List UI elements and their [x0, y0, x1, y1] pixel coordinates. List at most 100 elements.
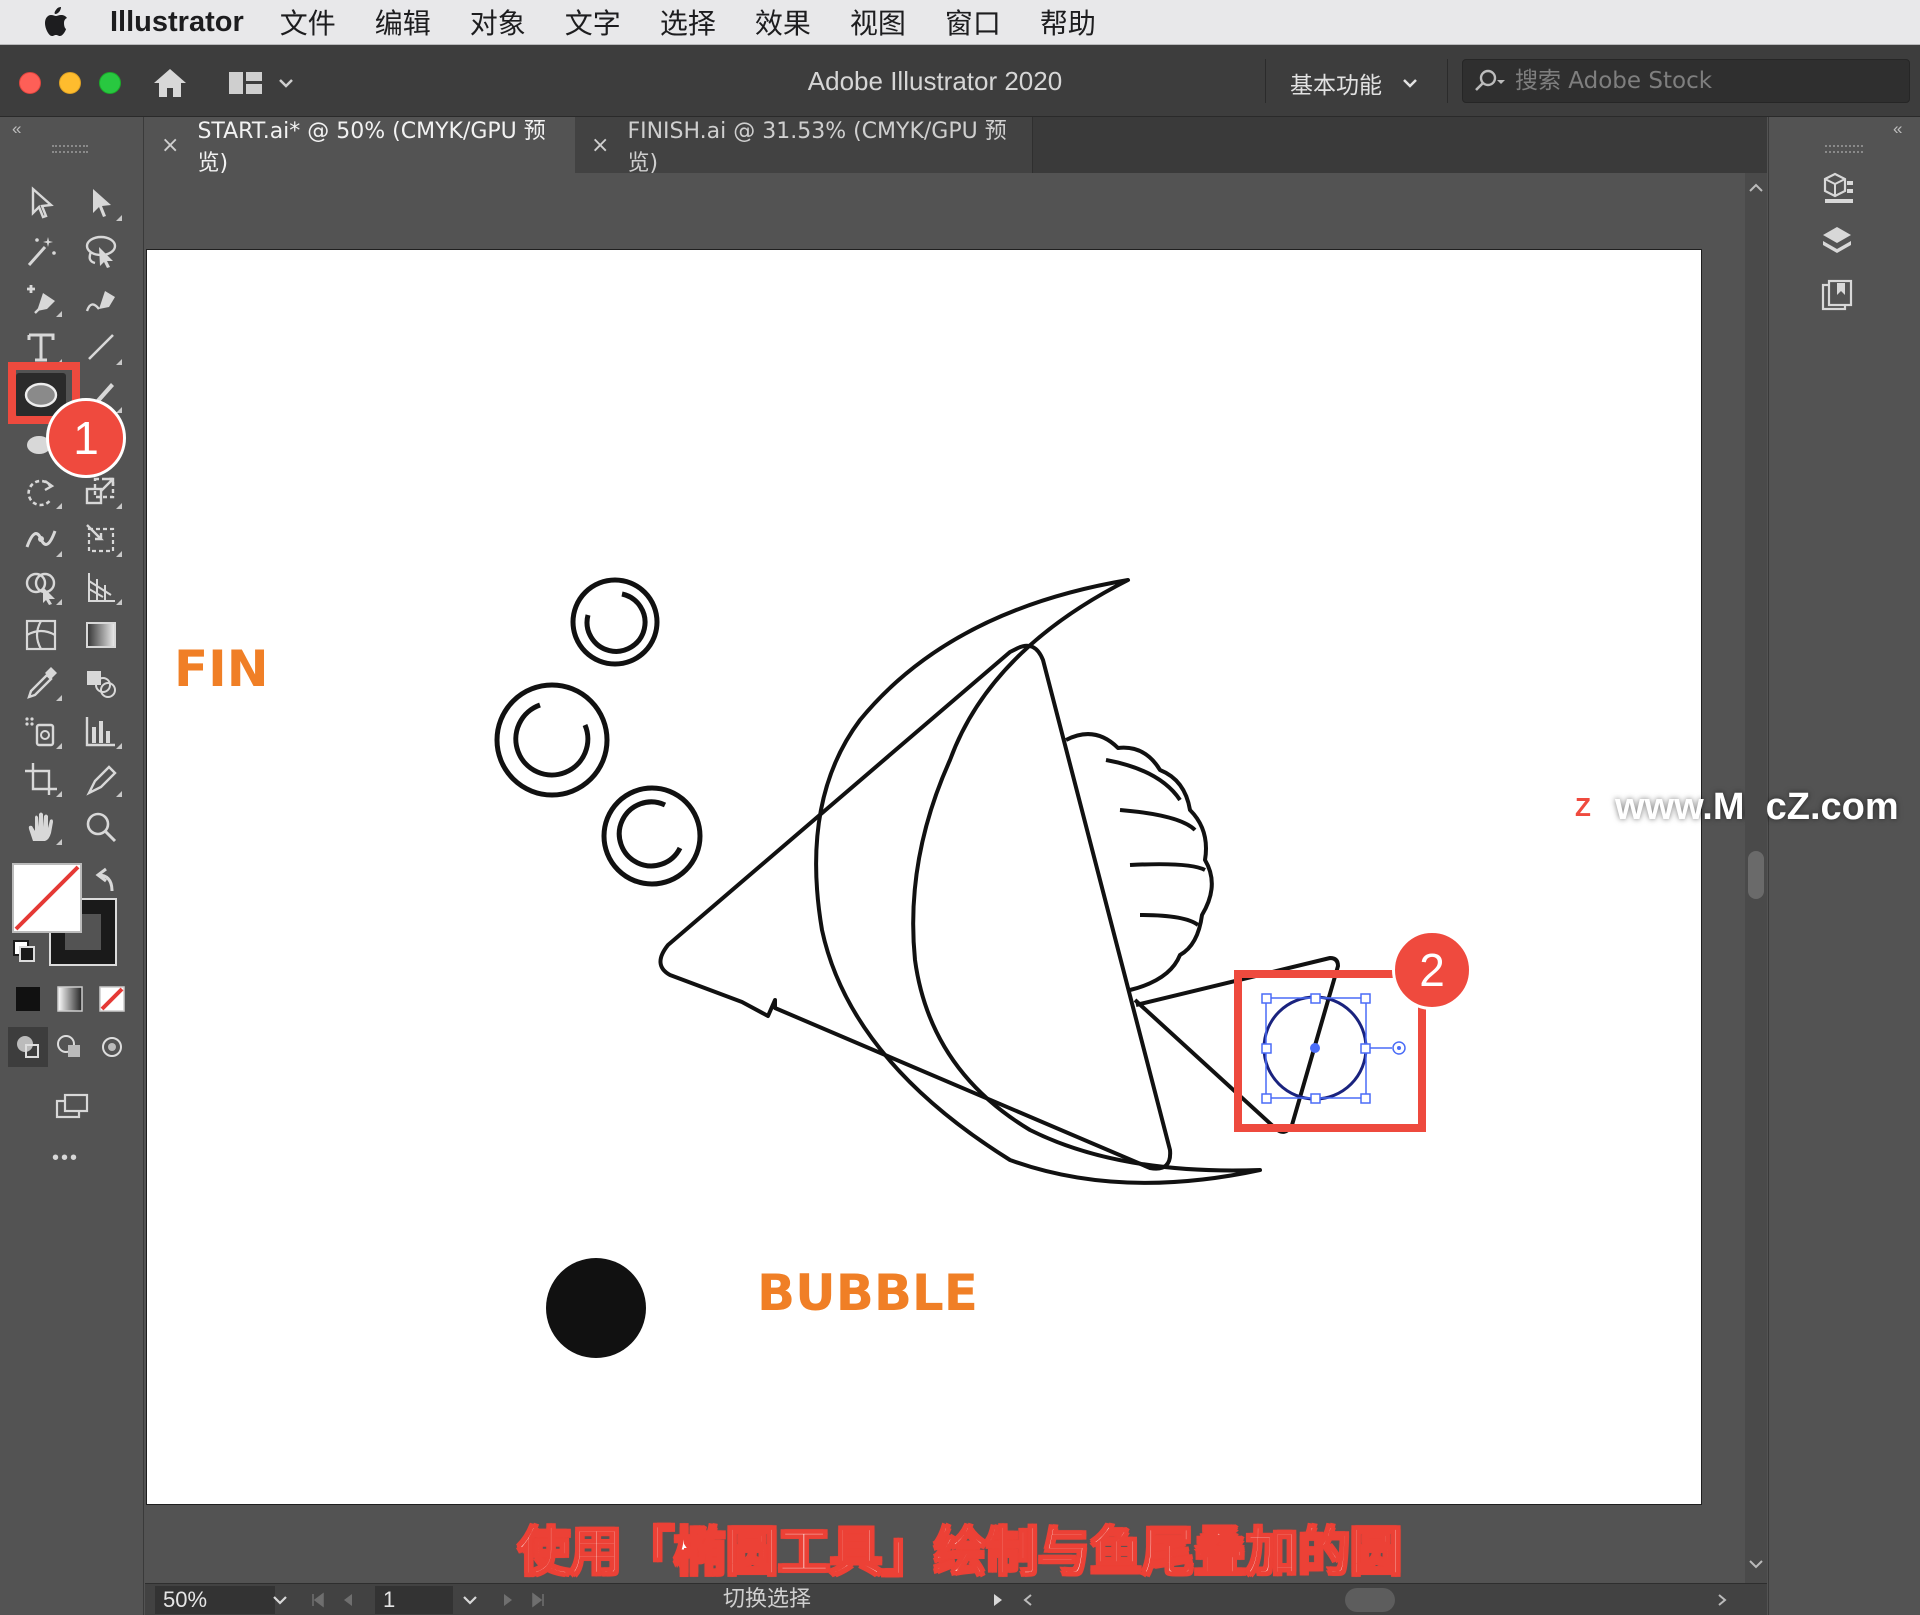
libraries-panel-button[interactable]: [1807, 163, 1867, 211]
line-segment-tool[interactable]: [76, 325, 126, 369]
selection-tool[interactable]: [16, 181, 66, 225]
fill-stroke-widget[interactable]: [10, 859, 130, 969]
column-graph-tool[interactable]: [76, 709, 126, 753]
bubble-label[interactable]: BUBBLE: [757, 1264, 978, 1322]
tool-group-indicator: [116, 599, 122, 605]
tab-start-document[interactable]: × START.ai* @ 50% (CMYK/GPU 预览): [145, 117, 575, 176]
arrange-documents-button[interactable]: [228, 65, 303, 101]
app-menu[interactable]: Illustrator: [110, 6, 244, 39]
blend-icon: [87, 671, 116, 698]
curvature-tool[interactable]: [76, 277, 126, 321]
fin-label[interactable]: FIN: [174, 640, 269, 698]
perspective-grid-tool[interactable]: [76, 565, 126, 609]
menu-effect[interactable]: 效果: [755, 2, 811, 42]
menu-edit[interactable]: 编辑: [375, 2, 431, 42]
screen-mode-button[interactable]: [46, 1085, 96, 1129]
symbol-sprayer-tool[interactable]: [16, 709, 66, 753]
menu-view[interactable]: 视图: [850, 2, 906, 42]
next-icon: [504, 1594, 512, 1606]
next-artboard-button[interactable]: [495, 1586, 521, 1614]
artboard-number-field[interactable]: 1: [375, 1586, 453, 1614]
workspace-switcher[interactable]: 基本功能: [1290, 63, 1420, 103]
width-tool[interactable]: [16, 517, 66, 561]
tab-label: START.ai* @ 50% (CMYK/GPU 预览): [197, 119, 546, 176]
lasso-tool[interactable]: [76, 229, 126, 273]
zoom-dropdown-button[interactable]: [265, 1586, 295, 1614]
artboard-dropdown-button[interactable]: [455, 1586, 485, 1614]
scroll-right-button[interactable]: [1709, 1586, 1735, 1614]
artboard-tool[interactable]: [16, 757, 66, 801]
tool-group-indicator: [56, 791, 62, 797]
hand-icon: [28, 812, 53, 841]
vertical-scrollbar[interactable]: [1745, 173, 1767, 1583]
app-titlebar: Adobe Illustrator 2020 基本功能: [0, 45, 1920, 117]
previous-artboard-button[interactable]: [335, 1586, 361, 1614]
direct-selection-tool[interactable]: [76, 181, 126, 225]
horizontal-scrollbar-thumb[interactable]: [1345, 1588, 1395, 1612]
tool-group-indicator: [56, 551, 62, 557]
tool-group-indicator: [116, 743, 122, 749]
eyedropper-tool[interactable]: [16, 661, 66, 705]
direct-selection-arrow-icon: [93, 189, 111, 217]
close-tab-icon[interactable]: ×: [591, 133, 609, 158]
status-menu-button[interactable]: [985, 1586, 1011, 1614]
eyedropper-icon: [27, 667, 57, 699]
free-transform-tool[interactable]: [76, 517, 126, 561]
tool-group-indicator: [116, 503, 122, 509]
menu-select[interactable]: 选择: [660, 2, 716, 42]
scroll-left-button[interactable]: [1015, 1586, 1041, 1614]
hand-tool[interactable]: [16, 805, 66, 849]
none-mode-button[interactable]: [92, 979, 132, 1019]
artboards-panel-button[interactable]: [1807, 271, 1867, 319]
minimize-window-button[interactable]: [59, 72, 81, 94]
gradient-tool[interactable]: [76, 613, 126, 657]
tab-label: FINISH.ai @ 31.53% (CMYK/GPU 预览): [627, 119, 1007, 176]
apple-icon[interactable]: [0, 0, 110, 45]
chevron-down-icon: [279, 79, 293, 88]
close-tab-icon[interactable]: ×: [161, 133, 179, 158]
zoom-level-field[interactable]: 50%: [155, 1586, 275, 1614]
draw-inside-button[interactable]: [92, 1027, 132, 1067]
search-input[interactable]: [1515, 68, 1875, 94]
add-anchor-pen-tool[interactable]: [16, 277, 66, 321]
video-subtitle: 使用「椭圆工具」绘制与鱼尾叠加的圆: [517, 1522, 1403, 1584]
right-dock: «: [1768, 117, 1920, 1615]
draw-normal-button[interactable]: [8, 1027, 48, 1067]
panel-grip[interactable]: [52, 145, 88, 153]
home-icon[interactable]: [150, 63, 190, 103]
gradient-swatch-icon: [57, 986, 83, 1012]
menu-window[interactable]: 窗口: [945, 2, 1001, 42]
play-triangle-icon: [994, 1594, 1002, 1606]
zoom-window-button[interactable]: [99, 72, 121, 94]
layers-panel-button[interactable]: [1807, 217, 1867, 265]
draw-behind-button[interactable]: [50, 1027, 90, 1067]
menu-help[interactable]: 帮助: [1040, 2, 1096, 42]
close-window-button[interactable]: [19, 72, 41, 94]
menu-object[interactable]: 对象: [470, 2, 526, 42]
slice-tool[interactable]: [76, 757, 126, 801]
blend-tool[interactable]: [76, 661, 126, 705]
scrollbar-thumb[interactable]: [1748, 851, 1764, 899]
panel-grip[interactable]: [1825, 145, 1863, 153]
color-mode-button[interactable]: [8, 979, 48, 1019]
menu-type[interactable]: 文字: [565, 2, 621, 42]
shape-builder-tool[interactable]: [16, 565, 66, 609]
collapse-panel-icon[interactable]: «: [1893, 119, 1902, 139]
collapse-panel-icon[interactable]: «: [12, 119, 21, 139]
zoom-tool[interactable]: [76, 805, 126, 849]
gradient-mode-button[interactable]: [50, 979, 90, 1019]
type-t-icon: [27, 333, 55, 362]
mesh-tool[interactable]: [16, 613, 66, 657]
slice-knife-icon: [86, 765, 117, 796]
chevron-up-icon: [1749, 183, 1763, 192]
adobe-stock-search[interactable]: [1462, 59, 1910, 103]
tab-finish-document[interactable]: × FINISH.ai @ 31.53% (CMYK/GPU 预览): [575, 117, 1033, 176]
tool-group-indicator: [56, 839, 62, 845]
magic-wand-tool[interactable]: [16, 229, 66, 273]
lasso-icon: [85, 235, 117, 268]
edit-toolbar-button[interactable]: •••: [52, 1147, 79, 1170]
first-artboard-button[interactable]: [305, 1586, 331, 1614]
menu-file[interactable]: 文件: [280, 2, 336, 42]
last-artboard-button[interactable]: [525, 1586, 551, 1614]
rotate-tool[interactable]: [16, 469, 66, 513]
